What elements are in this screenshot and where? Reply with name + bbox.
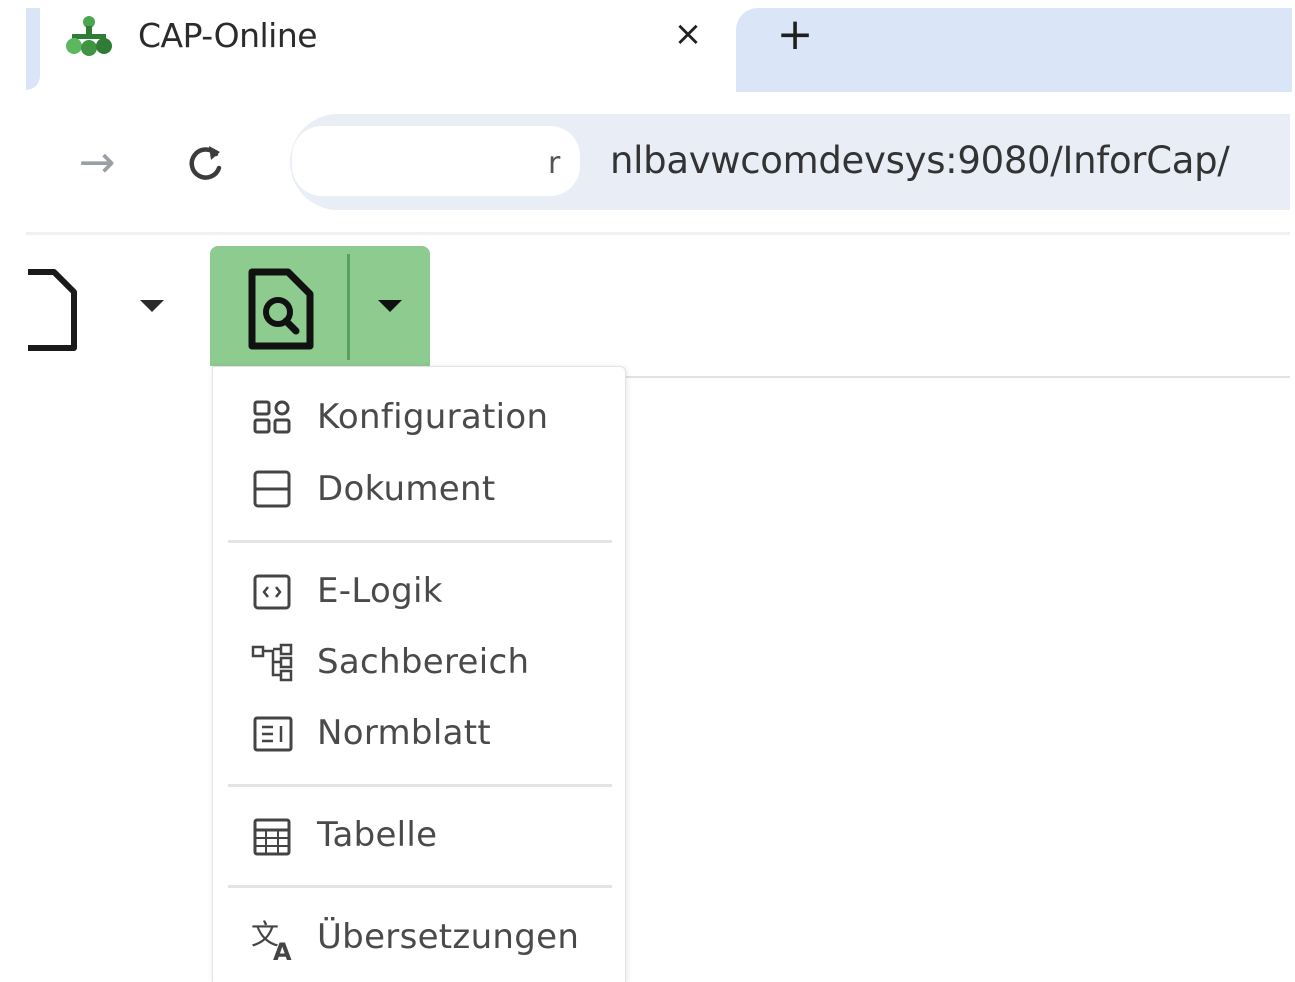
preview-caret-button[interactable] (350, 246, 430, 366)
tree-structure-icon (251, 643, 295, 683)
sheet-lines-icon (251, 714, 295, 754)
menu-separator (228, 885, 612, 888)
address-url[interactable]: nlbavwcomdevsys:9080/InforCap/ (610, 138, 1230, 184)
new-tab-icon[interactable]: + (770, 10, 820, 60)
toolbar-divider (26, 232, 1290, 235)
menu-item-sachbereich[interactable]: Sachbereich (213, 629, 625, 693)
menu-item-label: Tabelle (317, 815, 438, 855)
preview-button[interactable] (210, 246, 347, 366)
caret-down-icon (140, 300, 164, 312)
menu-item-normblatt[interactable]: Normblatt (213, 700, 625, 764)
grid-shapes-icon (251, 398, 295, 438)
menu-item-label: Übersetzungen (317, 917, 580, 957)
document-icon (28, 269, 77, 351)
menu-separator (228, 540, 612, 543)
address-bar-redacted (292, 126, 580, 196)
reload-icon[interactable] (178, 138, 232, 188)
forward-arrow-icon[interactable]: → (72, 138, 122, 188)
new-document-caret-button[interactable] (134, 292, 170, 320)
previous-tab-edge[interactable] (26, 8, 40, 90)
document-search-icon (248, 268, 314, 350)
tab-title: CAP-Online (138, 16, 318, 55)
menu-item-uebersetzungen[interactable]: 文 A Übersetzungen (213, 904, 625, 968)
menu-item-e-logik[interactable]: E-Logik (213, 558, 625, 622)
menu-item-label: Sachbereich (317, 642, 530, 682)
menu-item-konfiguration[interactable]: Konfiguration (213, 384, 625, 448)
menu-item-tabelle[interactable]: Tabelle (213, 802, 625, 866)
address-fragment: r (548, 146, 561, 181)
window-left-edge (0, 0, 26, 982)
tab-close-icon[interactable]: × (668, 14, 708, 54)
document-split-icon (251, 470, 295, 510)
menu-item-label: E-Logik (317, 571, 443, 611)
menu-item-label: Konfiguration (317, 397, 549, 437)
browser-tab-strip: CAP-Online × + (0, 0, 1295, 982)
cap-logo-icon (64, 14, 114, 58)
caret-down-icon (378, 300, 402, 312)
table-icon (251, 816, 295, 856)
code-box-icon (251, 572, 295, 612)
translate-icon: 文 A (251, 918, 295, 966)
menu-separator (228, 784, 612, 787)
menu-item-label: Normblatt (317, 713, 491, 753)
menu-item-label: Dokument (317, 469, 496, 509)
new-document-button[interactable] (26, 268, 78, 354)
menu-item-dokument[interactable]: Dokument (213, 456, 625, 520)
svg-text:A: A (273, 938, 292, 962)
